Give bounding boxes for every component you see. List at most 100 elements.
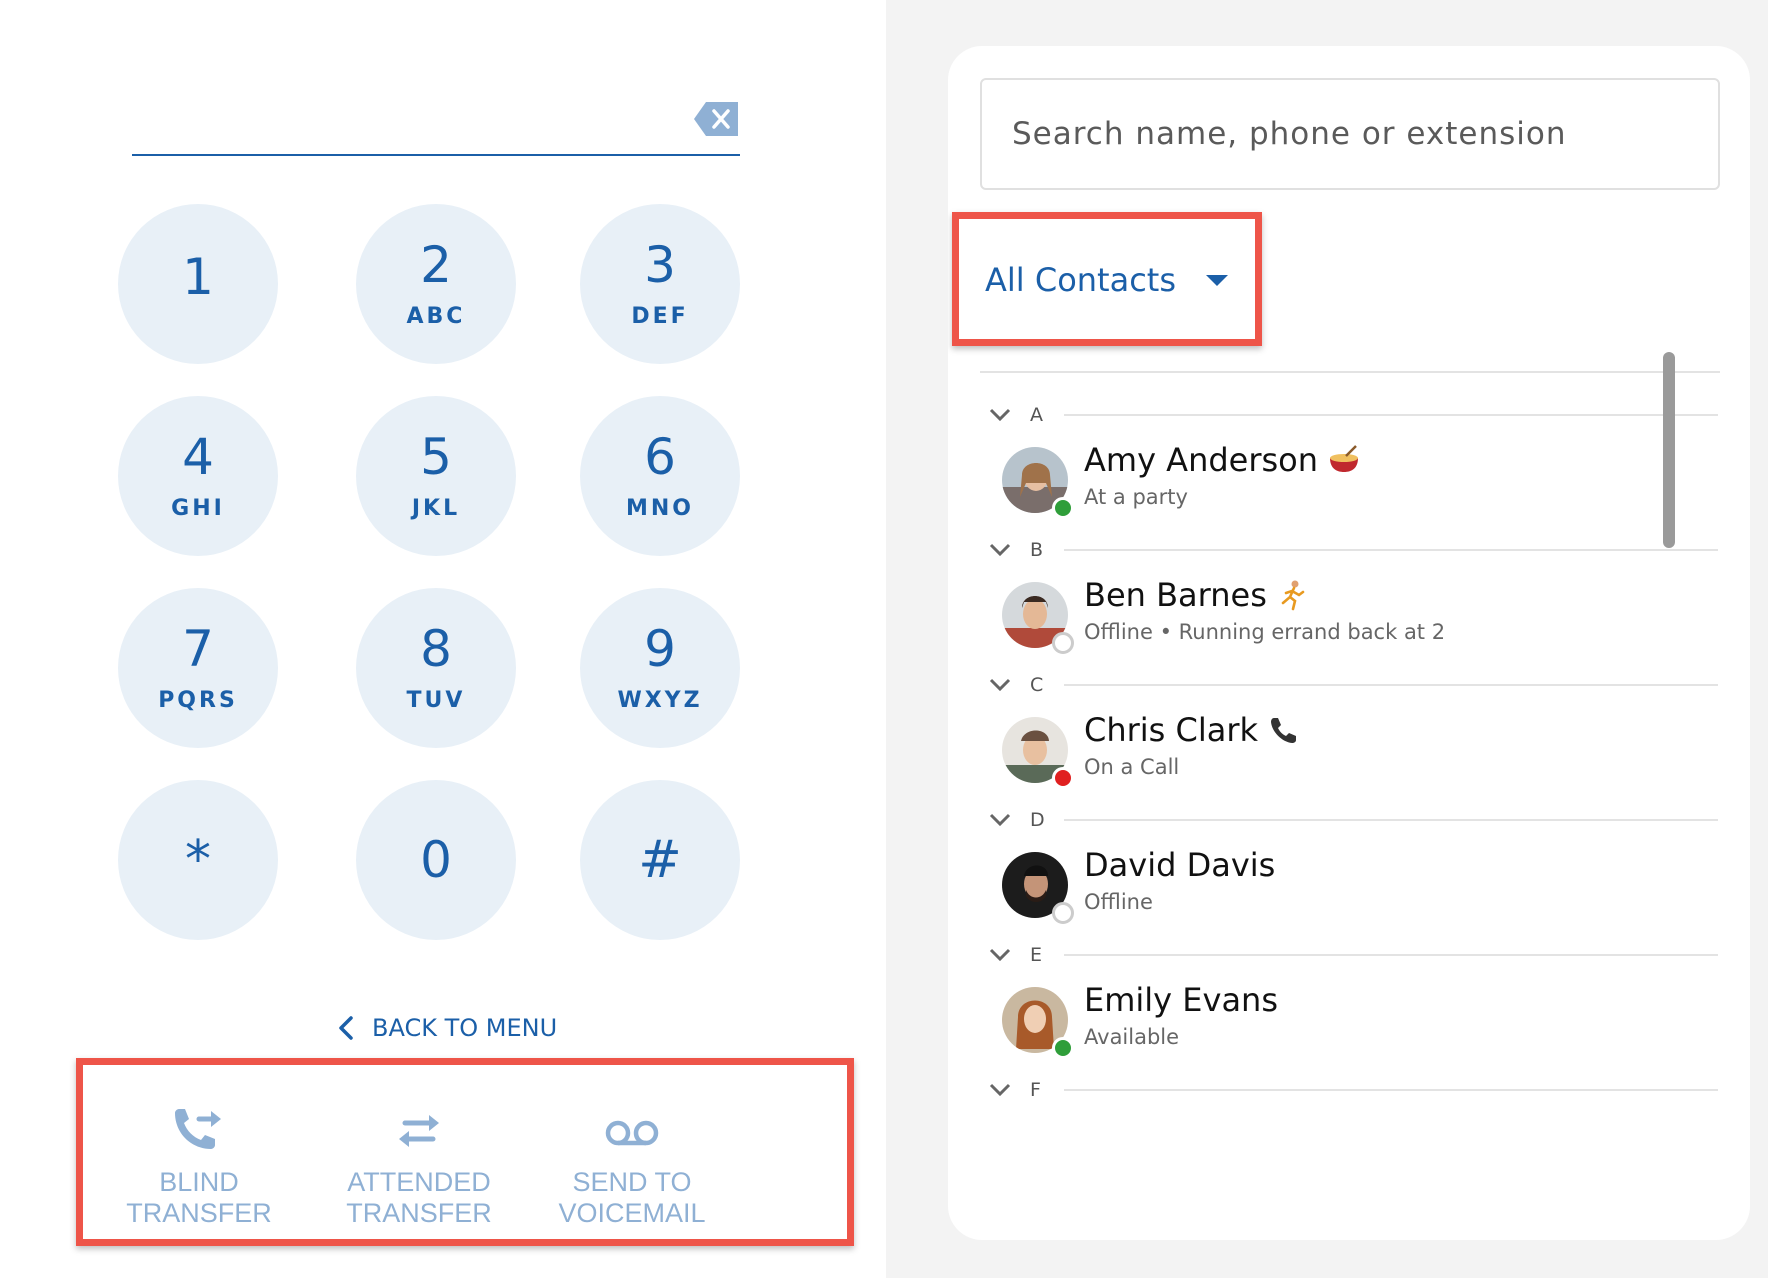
key-0[interactable]: 0 bbox=[356, 780, 516, 940]
key-letters: WXYZ bbox=[617, 687, 703, 713]
contact-search-input[interactable] bbox=[980, 78, 1720, 190]
avatar bbox=[1002, 987, 1074, 1059]
key-6[interactable]: 6 MNO bbox=[580, 396, 740, 556]
chevron-down-icon bbox=[989, 408, 1011, 422]
key-digit: 2 bbox=[420, 235, 452, 294]
section-letter: E bbox=[1030, 944, 1043, 966]
contacts-pane: All Contacts A Amy Anderson At a party bbox=[886, 0, 1768, 1278]
contact-status: On a Call bbox=[1084, 755, 1180, 779]
key-4[interactable]: 4 GHI bbox=[118, 396, 278, 556]
section-letter: C bbox=[1030, 674, 1044, 696]
divider bbox=[980, 371, 1720, 373]
contact-list-scrollbar[interactable] bbox=[1663, 352, 1675, 548]
section-header-f[interactable]: F bbox=[988, 1070, 1718, 1110]
chevron-down-icon bbox=[989, 678, 1011, 692]
dial-input[interactable] bbox=[132, 90, 740, 156]
contact-item[interactable]: David Davis Offline bbox=[1002, 846, 1692, 932]
presence-dot-offline bbox=[1052, 632, 1074, 654]
avatar bbox=[1002, 717, 1074, 789]
presence-dot-offline bbox=[1052, 902, 1074, 924]
key-letters: TUV bbox=[406, 687, 466, 713]
contact-name: Amy Anderson bbox=[1084, 441, 1319, 479]
runner-icon bbox=[1281, 580, 1305, 611]
contacts-card: All Contacts A Amy Anderson At a party bbox=[948, 46, 1750, 1240]
key-8[interactable]: 8 TUV bbox=[356, 588, 516, 748]
key-letters: DEF bbox=[631, 303, 689, 329]
key-digit: 3 bbox=[644, 235, 676, 294]
key-3[interactable]: 3 DEF bbox=[580, 204, 740, 364]
avatar bbox=[1002, 852, 1074, 924]
contact-status: Available bbox=[1084, 1025, 1180, 1049]
dialpad-pane: 1 2 ABC 3 DEF 4 GHI 5 JKL 6 MNO 7 PQRS 8 bbox=[0, 0, 885, 1278]
section-rule bbox=[1064, 1089, 1718, 1091]
blind-transfer-label-2: TRANSFER bbox=[126, 1198, 272, 1228]
key-digit: 9 bbox=[644, 619, 676, 678]
avatar bbox=[1002, 447, 1074, 519]
section-header-d[interactable]: D bbox=[988, 800, 1718, 840]
section-header-a[interactable]: A bbox=[988, 395, 1718, 435]
key-star[interactable]: * bbox=[118, 780, 278, 940]
section-header-e[interactable]: E bbox=[988, 935, 1718, 975]
key-7[interactable]: 7 PQRS bbox=[118, 588, 278, 748]
key-digit: # bbox=[638, 830, 682, 890]
key-2[interactable]: 2 ABC bbox=[356, 204, 516, 364]
attended-transfer-label-2: TRANSFER bbox=[346, 1198, 492, 1228]
section-header-c[interactable]: C bbox=[988, 665, 1718, 705]
blind-transfer-icon bbox=[175, 1109, 221, 1149]
section-rule bbox=[1064, 684, 1718, 686]
key-digit: 8 bbox=[420, 619, 452, 678]
attended-transfer-label-1: ATTENDED bbox=[347, 1167, 491, 1197]
contacts-filter-label: All Contacts bbox=[985, 261, 1177, 299]
chevron-down-icon bbox=[989, 543, 1011, 557]
contact-item[interactable]: Amy Anderson At a party bbox=[1002, 441, 1692, 527]
key-digit: 0 bbox=[420, 831, 452, 889]
caret-down-icon bbox=[1206, 274, 1229, 286]
filter-highlight: All Contacts bbox=[952, 212, 1262, 346]
key-5[interactable]: 5 JKL bbox=[356, 396, 516, 556]
key-digit: 6 bbox=[644, 427, 676, 486]
attended-transfer-button[interactable]: ATTENDED TRANSFER bbox=[319, 1105, 519, 1229]
blind-transfer-button[interactable]: BLIND TRANSFER bbox=[99, 1105, 299, 1229]
section-letter: A bbox=[1030, 404, 1043, 426]
section-letter: F bbox=[1030, 1079, 1041, 1101]
section-rule bbox=[1064, 819, 1718, 821]
contact-name: Emily Evans bbox=[1084, 981, 1278, 1019]
back-to-menu-link[interactable]: BACK TO MENU bbox=[336, 1014, 557, 1042]
section-rule bbox=[1064, 954, 1718, 956]
contact-name: Ben Barnes bbox=[1084, 576, 1267, 614]
contact-name: Chris Clark bbox=[1084, 711, 1259, 749]
avatar bbox=[1002, 582, 1074, 654]
chevron-down-icon bbox=[989, 813, 1011, 827]
chevron-down-icon bbox=[989, 948, 1011, 962]
contact-name: David Davis bbox=[1084, 846, 1276, 884]
section-header-b[interactable]: B bbox=[988, 530, 1718, 570]
key-letters: MNO bbox=[625, 495, 694, 521]
contact-status: At a party bbox=[1084, 485, 1188, 509]
send-to-voicemail-button[interactable]: SEND TO VOICEMAIL bbox=[532, 1105, 732, 1229]
key-9[interactable]: 9 WXYZ bbox=[580, 588, 740, 748]
key-digit: 7 bbox=[182, 619, 214, 678]
blind-transfer-label-1: BLIND bbox=[159, 1167, 239, 1197]
contact-status: Offline bbox=[1084, 890, 1153, 914]
key-letters: ABC bbox=[406, 303, 466, 329]
contact-list: A Amy Anderson At a party B Ben Barnes O… bbox=[948, 401, 1750, 1240]
contact-item[interactable]: Emily Evans Available bbox=[1002, 981, 1692, 1067]
key-hash[interactable]: # bbox=[580, 780, 740, 940]
key-1[interactable]: 1 bbox=[118, 204, 278, 364]
contact-item[interactable]: Chris Clark On a Call bbox=[1002, 711, 1692, 797]
chevron-left-icon bbox=[339, 1016, 353, 1040]
backspace-button[interactable] bbox=[692, 100, 740, 138]
contacts-filter-dropdown[interactable]: All Contacts bbox=[985, 261, 1229, 299]
section-letter: D bbox=[1030, 809, 1045, 831]
key-letters: GHI bbox=[171, 495, 225, 521]
backspace-icon bbox=[694, 102, 738, 136]
phone-icon bbox=[1271, 718, 1297, 743]
transfer-actions-highlight: BLIND TRANSFER ATTENDED TRANSFER SEND TO… bbox=[76, 1058, 854, 1246]
contact-item[interactable]: Ben Barnes Offline • Running errand back… bbox=[1002, 576, 1692, 662]
section-rule bbox=[1064, 414, 1718, 416]
presence-dot-busy bbox=[1052, 767, 1074, 789]
voicemail-label-2: VOICEMAIL bbox=[558, 1198, 706, 1228]
chevron-down-icon bbox=[989, 1083, 1011, 1097]
back-to-menu-label: BACK TO MENU bbox=[372, 1014, 558, 1042]
party-icon bbox=[1330, 445, 1359, 472]
